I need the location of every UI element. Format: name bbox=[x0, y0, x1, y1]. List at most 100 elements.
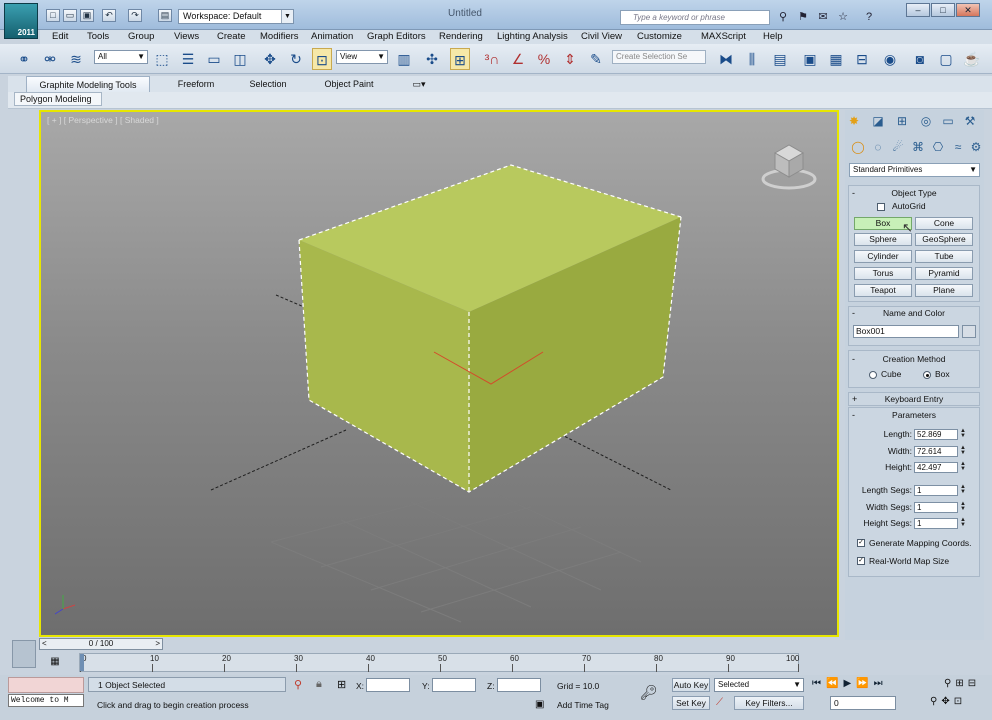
height-spinner[interactable]: ▲ ▼ bbox=[960, 461, 966, 473]
render-setup-icon[interactable]: ◙ bbox=[910, 48, 930, 70]
width-spinner[interactable]: ▲ ▼ bbox=[960, 445, 966, 457]
object-type-header[interactable]: - Object Type bbox=[848, 187, 980, 199]
timeline-settings-icon[interactable]: ▦ bbox=[48, 656, 62, 670]
menu-rendering[interactable]: Rendering bbox=[439, 30, 483, 44]
spacewarps-icon[interactable]: ≈ bbox=[950, 139, 966, 155]
shapes-icon[interactable]: ◌ bbox=[870, 139, 886, 155]
rendered-frame-window-icon[interactable]: ▢ bbox=[936, 48, 956, 70]
menu-modifiers[interactable]: Modifiers bbox=[260, 30, 299, 44]
percent-snap-icon[interactable]: % bbox=[534, 48, 554, 70]
save-file-icon[interactable]: ▣ bbox=[80, 9, 94, 22]
render-production-icon[interactable]: ☕ bbox=[962, 48, 982, 70]
time-tag-icon[interactable]: ▣ bbox=[535, 699, 544, 710]
polygon-modeling-panel[interactable]: Polygon Modeling bbox=[14, 92, 102, 106]
menu-create[interactable]: Create bbox=[217, 30, 246, 44]
spinner-snap-icon[interactable]: ⇕ bbox=[560, 48, 580, 70]
cube-radio[interactable] bbox=[869, 371, 877, 379]
menu-civil-view[interactable]: Civil View bbox=[581, 30, 622, 44]
hierarchy-tab-icon[interactable]: ⊞ bbox=[894, 113, 910, 129]
open-file-icon[interactable]: ▭ bbox=[63, 9, 77, 22]
menu-views[interactable]: Views bbox=[174, 30, 199, 44]
length-input[interactable]: 52.869 bbox=[914, 429, 958, 440]
align-icon[interactable]: ⫼ bbox=[742, 48, 762, 70]
mini-curve-editor-toggle[interactable] bbox=[12, 640, 36, 668]
auto-key-button[interactable]: Auto Key bbox=[672, 678, 710, 692]
cylinder-button[interactable]: Cylinder bbox=[854, 250, 912, 263]
lights-icon[interactable]: ☄ bbox=[890, 139, 906, 155]
key-icon[interactable]: 🔑︎ bbox=[640, 684, 658, 701]
rect-selection-icon[interactable]: ▭ bbox=[204, 48, 224, 70]
isolate-selection-icon[interactable]: ⚲ bbox=[294, 678, 302, 691]
modify-tab-icon[interactable]: ◪ bbox=[870, 113, 886, 129]
mirror-icon[interactable]: ⧓ bbox=[716, 48, 736, 70]
material-editor-icon[interactable]: ◉ bbox=[880, 48, 900, 70]
binoculars-icon[interactable]: ⚲ bbox=[776, 10, 790, 24]
width-segs-spinner[interactable]: ▲ ▼ bbox=[960, 501, 966, 513]
time-slider-prev-icon[interactable]: < bbox=[42, 639, 47, 649]
autogrid-checkbox[interactable] bbox=[877, 203, 885, 211]
window-crossing-icon[interactable]: ◫ bbox=[230, 48, 250, 70]
bind-spacewarp-icon[interactable]: ≋ bbox=[66, 48, 86, 70]
teapot-button[interactable]: Teapot bbox=[854, 284, 912, 297]
undo-icon[interactable]: ↶ bbox=[102, 9, 116, 22]
new-file-icon[interactable]: □ bbox=[46, 9, 60, 22]
real-world-checkbox[interactable]: ✓ bbox=[857, 557, 865, 565]
key-mode-dropdown[interactable]: Selected ▼ bbox=[714, 678, 804, 692]
search-input[interactable]: Type a keyword or phrase bbox=[620, 10, 770, 25]
viewport-zoom-controls[interactable]: ⚲⊞⊟ bbox=[944, 678, 988, 692]
scale-icon[interactable]: ⊡ bbox=[312, 48, 332, 70]
menu-animation[interactable]: Animation bbox=[311, 30, 353, 44]
help-icon[interactable]: ? bbox=[862, 10, 876, 24]
keyboard-entry-header[interactable]: + Keyboard Entry bbox=[848, 393, 980, 405]
z-coord-input[interactable] bbox=[497, 678, 541, 692]
maxscript-listener-output[interactable] bbox=[8, 677, 84, 693]
close-button[interactable]: ✕ bbox=[956, 3, 980, 17]
tab-object-paint[interactable]: Object Paint bbox=[314, 76, 384, 92]
primitive-category-dropdown[interactable]: Standard Primitives ▼ bbox=[849, 163, 980, 177]
select-by-name-icon[interactable]: ☰ bbox=[178, 48, 198, 70]
default-tangent-icon[interactable]: ⟋ bbox=[716, 697, 723, 708]
plane-button[interactable]: Plane bbox=[915, 284, 973, 297]
gen-mapping-checkbox[interactable]: ✓ bbox=[857, 539, 865, 547]
object-name-input[interactable]: Box001 bbox=[853, 325, 959, 338]
create-tab-icon[interactable]: ✸ bbox=[846, 113, 862, 129]
playback-controls[interactable]: ⏮⏪▶⏩⏭ bbox=[812, 678, 942, 692]
lock-selection-icon[interactable]: 🔒︎ bbox=[316, 678, 322, 691]
cameras-icon[interactable]: ⌘ bbox=[910, 139, 926, 155]
y-coord-input[interactable] bbox=[432, 678, 476, 692]
maximize-button[interactable]: □ bbox=[931, 3, 955, 17]
box-radio[interactable] bbox=[923, 371, 931, 379]
move-icon[interactable]: ✥ bbox=[260, 48, 280, 70]
systems-icon[interactable]: ⚙ bbox=[968, 139, 984, 155]
pivot-center-icon[interactable]: ▥ bbox=[394, 48, 414, 70]
height-segs-spinner[interactable]: ▲ ▼ bbox=[960, 517, 966, 529]
tab-selection[interactable]: Selection bbox=[240, 76, 296, 92]
height-segs-input[interactable]: 1 bbox=[914, 518, 958, 529]
ribbon-options-icon[interactable]: ▭▾ bbox=[408, 76, 430, 92]
menu-group[interactable]: Group bbox=[128, 30, 154, 44]
subscription-icon[interactable]: ⚑ bbox=[796, 10, 810, 24]
keyboard-shortcut-override-icon[interactable]: ⊞ bbox=[450, 48, 470, 70]
add-time-tag-button[interactable]: Add Time Tag bbox=[557, 700, 609, 710]
select-object-icon[interactable]: ⬚ bbox=[152, 48, 172, 70]
menu-tools[interactable]: Tools bbox=[87, 30, 109, 44]
tube-button[interactable]: Tube bbox=[915, 250, 973, 263]
select-manipulate-icon[interactable]: ✣ bbox=[422, 48, 442, 70]
angle-snap-icon[interactable]: ∠ bbox=[508, 48, 528, 70]
graphite-toggle-icon[interactable]: ▣ bbox=[800, 48, 820, 70]
length-segs-input[interactable]: 1 bbox=[914, 485, 958, 496]
project-folder-icon[interactable]: ▤ bbox=[158, 9, 172, 22]
named-selection-set-input[interactable]: Create Selection Se bbox=[612, 50, 706, 64]
menu-edit[interactable]: Edit bbox=[52, 30, 68, 44]
app-logo-button[interactable]: 2011 bbox=[4, 3, 38, 39]
pyramid-button[interactable]: Pyramid bbox=[915, 267, 973, 280]
snaps-toggle-icon[interactable]: ³∩ bbox=[482, 48, 502, 70]
display-tab-icon[interactable]: ▭ bbox=[940, 113, 956, 129]
edit-named-selection-icon[interactable]: ✎ bbox=[586, 48, 606, 70]
menu-lighting-analysis[interactable]: Lighting Analysis bbox=[497, 30, 568, 44]
schematic-view-icon[interactable]: ⊟ bbox=[852, 48, 872, 70]
tab-freeform[interactable]: Freeform bbox=[168, 76, 224, 92]
key-filters-button[interactable]: Key Filters... bbox=[734, 696, 804, 710]
x-coord-input[interactable] bbox=[366, 678, 410, 692]
object-color-swatch[interactable] bbox=[962, 325, 976, 338]
